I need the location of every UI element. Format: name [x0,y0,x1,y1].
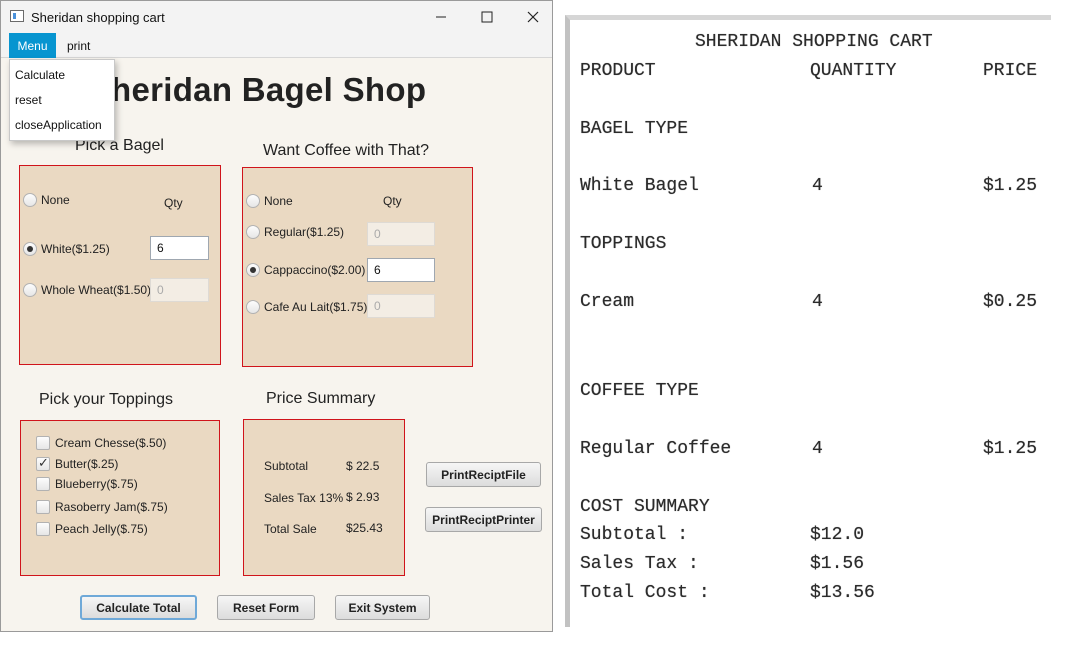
bagel-none-radio[interactable] [23,193,37,207]
calculate-total-button[interactable]: Calculate Total [80,595,197,620]
receipt-topping-product: Cream [580,292,635,312]
receipt-bagel-product: White Bagel [580,176,699,196]
print-receipt-printer-button[interactable]: PrintReciptPrinter [425,507,542,532]
bagel-wholewheat-qty-input[interactable]: 0 [150,278,209,302]
bagel-white-radio[interactable] [23,242,37,256]
receipt-total-value: $13.56 [810,583,875,603]
coffee-qty-header: Qty [383,194,402,208]
coffee-cafeaulait-radio[interactable] [246,300,260,314]
receipt-subtotal-value: $12.0 [810,525,865,545]
minimize-button[interactable] [418,1,464,33]
topping-blueberry-label: Blueberry($.75) [55,477,138,491]
receipt-heading: SHERIDAN SHOPPING CART [695,32,933,52]
receipt-toppings-label: TOPPINGS [580,234,667,254]
receipt-col-quantity: QUANTITY [810,61,897,81]
toppings-section-title: Pick your Toppings [39,391,173,408]
coffee-regular-label: Regular($1.25) [264,225,345,239]
receipt-topping-price: $0.25 [983,292,1038,312]
receipt-coffee-type-label: COFFEE TYPE [580,381,699,401]
exit-system-button[interactable]: Exit System [335,595,430,620]
receipt-bagel-quantity: 4 [812,176,823,196]
receipt-total-label: Total Cost : [580,583,710,603]
bagel-qty-header: Qty [164,196,183,210]
receipt-coffee-price: $1.25 [983,439,1038,459]
topping-raspberryjam-label: Rasoberry Jam($.75) [55,500,168,514]
maximize-button[interactable] [464,1,510,33]
bagel-wholewheat-label: Whole Wheat($1.50) [41,283,152,297]
receipt-bagel-price: $1.25 [983,176,1038,196]
menu-menu[interactable]: Menu [9,33,56,58]
app-icon [10,10,24,22]
close-button[interactable] [510,1,552,33]
toppings-panel: Cream Chesse($.50) Butter($.25) Blueberr… [20,420,220,576]
topping-creamcheese-label: Cream Chesse($.50) [55,436,167,450]
sales-tax-label: Sales Tax 13% [264,491,344,505]
menu-item-close-application[interactable]: closeApplication [15,118,102,132]
total-sale-label: Total Sale [264,522,317,536]
receipt-preview: SHERIDAN SHOPPING CART PRODUCT QUANTITY … [565,15,1051,627]
coffee-cafeaulait-label: Cafe Au Lait($1.75) [264,300,368,314]
shop-title: heridan Bagel Shop [111,71,427,108]
app-window: Sheridan shopping cart Menu print herida… [0,0,553,632]
price-summary-panel: Subtotal $ 22.5 Sales Tax 13% $ 2.93 Tot… [243,419,405,576]
maximize-icon [481,11,493,23]
total-sale-value: $25.43 [346,521,383,535]
print-receipt-file-button[interactable]: PrintReciptFile [426,462,541,487]
reset-form-button[interactable]: Reset Form [217,595,315,620]
topping-butter-checkbox[interactable] [36,455,50,471]
receipt-cost-summary-label: COST SUMMARY [580,497,710,517]
close-icon [527,11,539,23]
bagel-panel: Qty None White($1.25) 6 Whole Wheat($1.5… [19,165,221,365]
receipt-coffee-product: Regular Coffee [580,439,732,459]
topping-peachjelly-checkbox[interactable] [36,522,50,536]
menu-dropdown: Calculate reset closeApplication [9,59,115,141]
menu-item-calculate[interactable]: Calculate [15,68,65,82]
bagel-none-label: None [41,193,70,207]
receipt-col-price: PRICE [983,61,1038,81]
receipt-coffee-quantity: 4 [812,439,823,459]
receipt-topping-quantity: 4 [812,292,823,312]
receipt-bagel-type-label: BAGEL TYPE [580,119,689,139]
bagel-wholewheat-radio[interactable] [23,283,37,297]
window-title: Sheridan shopping cart [31,10,165,25]
subtotal-value: $ 22.5 [346,459,380,473]
bagel-white-qty-input[interactable]: 6 [150,236,209,260]
coffee-panel: Qty None Regular($1.25) 0 Cappaccino($2.… [242,167,473,367]
topping-creamcheese-checkbox[interactable] [36,436,50,450]
coffee-section-title: Want Coffee with That? [263,142,430,159]
receipt-subtotal-label: Subtotal : [580,525,689,545]
menu-print[interactable]: print [67,33,90,58]
coffee-regular-qty-input[interactable]: 0 [367,222,435,246]
menu-item-reset[interactable]: reset [15,93,42,107]
bagel-white-label: White($1.25) [41,242,110,256]
coffee-cappaccino-qty-input[interactable]: 6 [367,258,435,282]
minimize-icon [436,16,446,18]
topping-peachjelly-label: Peach Jelly($.75) [55,522,148,536]
receipt-col-product: PRODUCT [580,61,656,81]
coffee-regular-radio[interactable] [246,225,260,239]
receipt-tax-value: $1.56 [810,554,865,574]
topping-raspberryjam-checkbox[interactable] [36,500,50,514]
coffee-cappaccino-radio[interactable] [246,263,260,277]
receipt-tax-label: Sales Tax : [580,554,699,574]
topping-blueberry-checkbox[interactable] [36,477,50,491]
subtotal-label: Subtotal [264,459,309,473]
coffee-cafeaulait-qty-input[interactable]: 0 [367,294,435,318]
coffee-none-radio[interactable] [246,194,260,208]
sales-tax-value: $ 2.93 [346,490,380,504]
coffee-none-label: None [264,194,293,208]
coffee-cappaccino-label: Cappaccino($2.00) [264,263,366,277]
topping-butter-label: Butter($.25) [55,457,119,471]
title-bar: Sheridan shopping cart [1,1,552,33]
price-summary-title: Price Summary [266,390,376,407]
